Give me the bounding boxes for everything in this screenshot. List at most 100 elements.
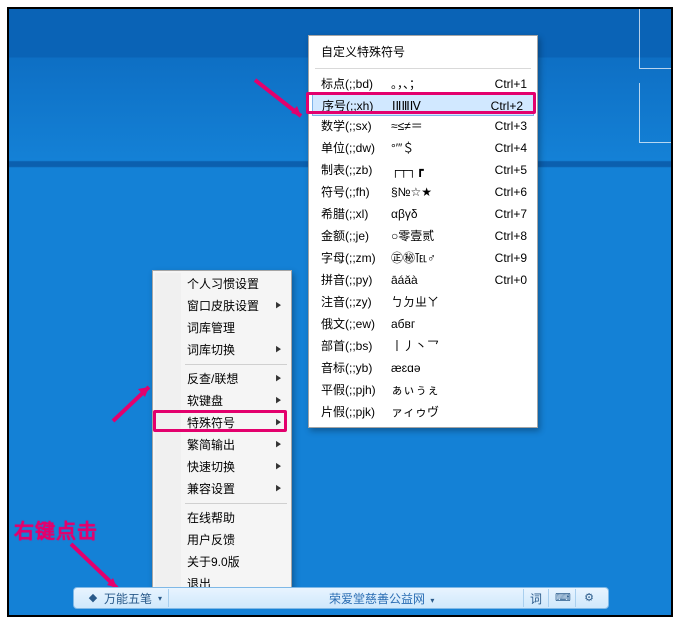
symbol-menu-item[interactable]: 拼音(;;py)āáǎà Ctrl+0 — [309, 269, 537, 291]
context-menu-item[interactable]: 个人习惯设置 — [155, 273, 289, 295]
ime-word-label: 词 — [530, 590, 542, 607]
symbol-item-name: 音标(;;yb) — [321, 357, 391, 379]
ime-name-label: 万能五笔 — [104, 590, 152, 607]
menu-item-label: 软键盘 — [187, 394, 223, 408]
symbol-menu-item[interactable]: 字母(;;zm)㊣㊙℡♂Ctrl+9 — [309, 247, 537, 269]
symbol-item-shortcut: Ctrl+0 — [495, 269, 527, 291]
symbol-item-name: 平假(;;pjh) — [321, 379, 391, 401]
symbol-item-sample: ぁぃぅぇ — [391, 379, 467, 401]
symbol-menu-item[interactable]: 标点(;;bd)。，、； Ctrl+1 — [309, 73, 537, 95]
submenu-arrow-icon: ▸ — [276, 336, 281, 365]
symbol-item-name: 希腊(;;xl) — [321, 203, 391, 225]
symbol-menu-item[interactable]: 序号(;;xh)ⅠⅡⅢⅣCtrl+2 — [312, 94, 534, 116]
keyboard-icon: ⌨ — [555, 591, 569, 605]
symbol-item-name: 拼音(;;py) — [321, 269, 391, 291]
ime-name-segment[interactable]: ◆ 万能五笔 ▾ — [80, 589, 169, 607]
symbol-item-sample: ≈≤≠＝ — [391, 115, 467, 137]
symbol-item-name: 金额(;;je) — [321, 225, 391, 247]
symbol-item-shortcut: Ctrl+8 — [495, 225, 527, 247]
symbol-item-sample: ァィゥヴ — [391, 401, 467, 423]
ime-keyboard-button[interactable]: ⌨ — [549, 589, 576, 607]
symbol-item-shortcut: Ctrl+7 — [495, 203, 527, 225]
symbol-item-name: 片假(;;pjk) — [321, 401, 391, 423]
menu-item-label: 兼容设置 — [187, 482, 235, 496]
context-menu-item[interactable]: 反查/联想▸ — [155, 368, 289, 390]
symbol-menu-item[interactable]: 平假(;;pjh)ぁぃぅぇ — [309, 379, 537, 401]
symbol-item-shortcut: Ctrl+1 — [495, 73, 527, 95]
ime-center: 荣爱堂慈善公益网 ▾ — [169, 590, 523, 607]
context-menu-item[interactable]: 繁简输出▸ — [155, 434, 289, 456]
ime-word-button[interactable]: 词 — [523, 589, 549, 607]
symbol-item-sample: абвг — [391, 313, 467, 335]
symbol-item-name: 标点(;;bd) — [321, 73, 391, 95]
menu-separator — [185, 503, 287, 504]
submenu-arrow-icon: ▸ — [276, 292, 281, 321]
menu-separator — [315, 68, 531, 69]
submenu-title: 自定义特殊符号 — [309, 39, 537, 66]
context-menu-item[interactable]: 特殊符号▸ — [155, 412, 289, 434]
context-menu-item[interactable]: 窗口皮肤设置▸ — [155, 295, 289, 317]
menu-separator — [185, 364, 287, 365]
menu-item-label: 窗口皮肤设置 — [187, 299, 259, 313]
symbol-menu-item[interactable]: 部首(;;bs)丨丿丶乛 — [309, 335, 537, 357]
chevron-down-icon: ▾ — [158, 594, 162, 603]
menu-item-label: 反查/联想 — [187, 372, 238, 386]
menu-item-label: 特殊符号 — [187, 416, 235, 430]
symbol-item-name: 制表(;;zb) — [321, 159, 391, 181]
symbol-item-sample: ⅠⅡⅢⅣ — [392, 95, 468, 117]
menu-item-label: 繁简输出 — [187, 438, 235, 452]
menu-item-label: 词库切换 — [187, 343, 235, 357]
symbol-item-shortcut: Ctrl+5 — [495, 159, 527, 181]
context-menu-item[interactable]: 词库切换▸ — [155, 339, 289, 361]
symbol-item-shortcut: Ctrl+2 — [491, 95, 523, 117]
desktop-background: 个人习惯设置窗口皮肤设置▸词库管理词库切换▸反查/联想▸软键盘▸特殊符号▸繁简输… — [7, 7, 673, 617]
symbol-menu-item[interactable]: 片假(;;pjk)ァィゥヴ — [309, 401, 537, 423]
context-menu-item[interactable]: 软键盘▸ — [155, 390, 289, 412]
symbol-menu-item[interactable]: 数学(;;sx)≈≤≠＝Ctrl+3 — [309, 115, 537, 137]
menu-item-label: 关于9.0版 — [187, 555, 240, 569]
window-edge-decoration — [639, 83, 673, 143]
symbol-item-sample: āáǎà — [391, 269, 467, 291]
menu-item-label: 用户反馈 — [187, 533, 235, 547]
symbol-item-sample: ㄅㄉㄓㄚ — [391, 291, 467, 313]
symbol-item-sample: ┌┬┐┏ — [391, 159, 467, 181]
menu-item-label: 个人习惯设置 — [187, 277, 259, 291]
context-menu-item[interactable]: 快速切换▸ — [155, 456, 289, 478]
symbol-item-name: 字母(;;zm) — [321, 247, 391, 269]
submenu-arrow-icon: ▸ — [276, 475, 281, 504]
symbol-item-name: 符号(;;fh) — [321, 181, 391, 203]
menu-item-label: 在线帮助 — [187, 511, 235, 525]
symbol-menu-item[interactable]: 制表(;;zb)┌┬┐┏ Ctrl+5 — [309, 159, 537, 181]
symbol-menu-item[interactable]: 金额(;;je)○零壹贰Ctrl+8 — [309, 225, 537, 247]
gear-icon: ⚙ — [582, 591, 596, 605]
menu-item-label: 快速切换 — [187, 460, 235, 474]
symbol-item-name: 注音(;;zy) — [321, 291, 391, 313]
symbol-menu-item[interactable]: 俄文(;;ew)абвг — [309, 313, 537, 335]
menu-item-label: 词库管理 — [187, 321, 235, 335]
symbol-item-shortcut: Ctrl+4 — [495, 137, 527, 159]
symbol-item-sample: ㊣㊙℡♂ — [391, 247, 467, 269]
special-symbol-submenu: 自定义特殊符号 标点(;;bd)。，、；Ctrl+1序号(;;xh)ⅠⅡⅢⅣCt… — [308, 35, 538, 428]
context-menu-item[interactable]: 兼容设置▸ — [155, 478, 289, 500]
symbol-item-name: 俄文(;;ew) — [321, 313, 391, 335]
symbol-menu-item[interactable]: 希腊(;;xl)αβγδCtrl+7 — [309, 203, 537, 225]
ime-center-link[interactable]: 荣爱堂慈善公益网 — [329, 592, 425, 606]
ime-status-bar[interactable]: ◆ 万能五笔 ▾ 荣爱堂慈善公益网 ▾ 词 ⌨ ⚙ — [73, 587, 609, 609]
symbol-item-sample: æɛɑə — [391, 357, 467, 379]
symbol-item-sample: 。，、； — [391, 73, 467, 95]
symbol-menu-item[interactable]: 音标(;;yb)æɛɑə — [309, 357, 537, 379]
symbol-menu-item[interactable]: 注音(;;zy)ㄅㄉㄓㄚ — [309, 291, 537, 313]
symbol-menu-item[interactable]: 符号(;;fh)§№☆★Ctrl+6 — [309, 181, 537, 203]
symbol-item-sample: 丨丿丶乛 — [391, 335, 467, 357]
symbol-menu-item[interactable]: 单位(;;dw)°′″＄Ctrl+4 — [309, 137, 537, 159]
ime-settings-button[interactable]: ⚙ — [576, 589, 602, 607]
ime-logo-icon: ◆ — [86, 591, 100, 605]
window-edge-decoration — [639, 9, 673, 69]
context-menu-item[interactable]: 用户反馈 — [155, 529, 289, 551]
context-menu-item[interactable]: 词库管理 — [155, 317, 289, 339]
right-click-hint-label: 右键点击 — [14, 515, 98, 544]
context-menu-item[interactable]: 在线帮助 — [155, 507, 289, 529]
symbol-item-sample: §№☆★ — [391, 181, 467, 203]
context-menu-item[interactable]: 关于9.0版 — [155, 551, 289, 573]
symbol-item-sample: °′″＄ — [391, 137, 467, 159]
